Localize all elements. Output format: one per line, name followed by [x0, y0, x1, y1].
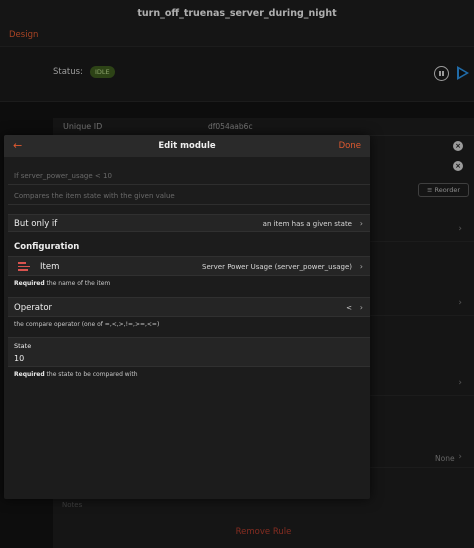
operator-row[interactable]: Operator < ›	[8, 297, 370, 317]
done-button[interactable]: Done	[339, 141, 361, 151]
required-label: Required	[14, 371, 45, 378]
chevron-right-icon: ›	[359, 219, 363, 228]
but-only-if-row[interactable]: But only if an item has a given state ›	[8, 214, 370, 232]
operator-hint: the compare operator (one of =,<,>,!=,>=…	[14, 321, 160, 328]
dialog-header: ← Edit module Done	[4, 135, 370, 157]
operator-label: Operator	[14, 303, 53, 313]
edit-module-dialog: ← Edit module Done If server_power_usage…	[4, 135, 370, 499]
configuration-heading: Configuration	[14, 242, 80, 252]
item-hint: Required the name of the item	[14, 280, 110, 287]
state-field[interactable]: State 10	[8, 337, 370, 367]
but-only-if-value: an item has a given state	[262, 220, 352, 228]
module-description-input[interactable]: Compares the item state with the given v…	[8, 187, 370, 205]
module-label-placeholder: If server_power_usage < 10	[14, 172, 112, 180]
item-hint-text: the name of the item	[44, 280, 111, 287]
module-label-input[interactable]: If server_power_usage < 10	[8, 167, 370, 185]
module-description-placeholder: Compares the item state with the given v…	[14, 192, 175, 200]
item-icon	[18, 262, 30, 272]
state-hint: Required the state to be compared with	[14, 371, 138, 378]
item-label: Item	[40, 262, 60, 272]
required-label: Required	[14, 280, 45, 287]
state-value[interactable]: 10	[14, 354, 24, 363]
item-value: Server Power Usage (server_power_usage)	[202, 263, 352, 271]
chevron-right-icon: ›	[359, 303, 363, 312]
chevron-right-icon: ›	[359, 262, 363, 271]
dialog-title: Edit module	[158, 141, 216, 151]
but-only-if-label: But only if	[14, 219, 58, 229]
state-hint-text: the state to be compared with	[44, 371, 138, 378]
state-label: State	[14, 342, 32, 350]
operator-value: <	[346, 304, 352, 312]
item-row[interactable]: Item Server Power Usage (server_power_us…	[8, 256, 370, 276]
